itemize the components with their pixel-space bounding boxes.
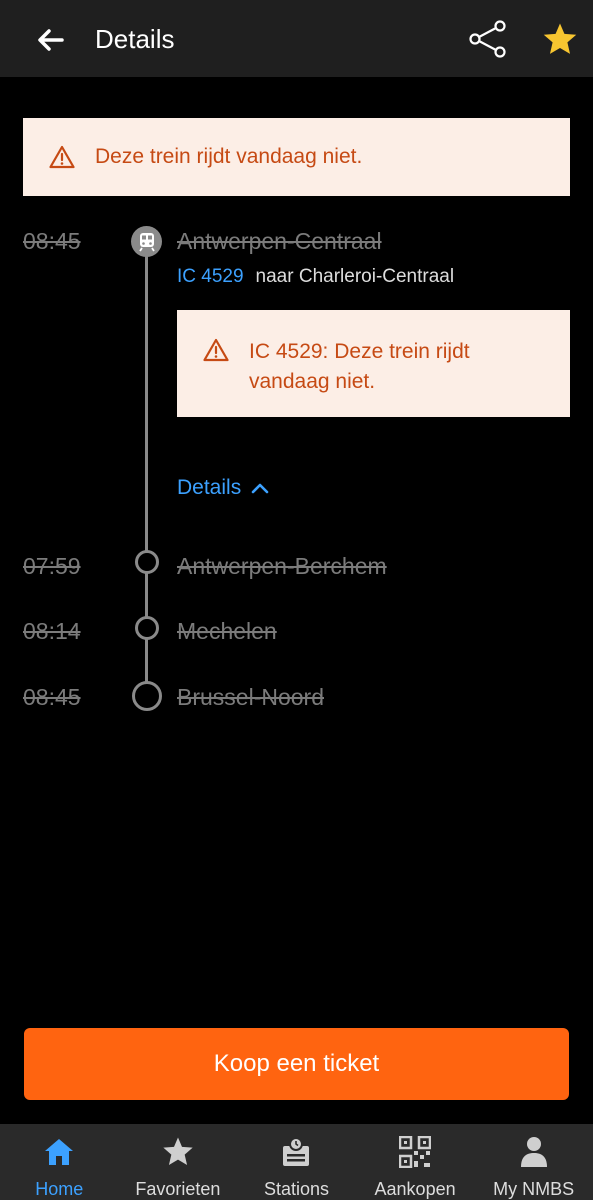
nav-label: My NMBS <box>493 1179 575 1199</box>
nav-label: Stations <box>263 1179 329 1199</box>
nav-stations[interactable]: Stations <box>237 1124 356 1200</box>
share-icon <box>469 20 506 58</box>
arrival-time: 08:45 <box>23 684 81 710</box>
star-icon <box>163 1137 193 1165</box>
details-label: Details <box>177 476 242 499</box>
cancellation-alert: Deze trein rijdt vandaag niet. <box>23 118 570 196</box>
nav-label: Aankopen <box>374 1179 456 1199</box>
train-destination: naar Charleroi-Centraal <box>255 266 455 287</box>
stop-node <box>132 681 162 711</box>
train-alert: IC 4529: Deze trein rijdt vandaag niet. <box>177 310 570 417</box>
stop-time: 07:59 <box>23 553 81 579</box>
nav-home[interactable]: Home <box>0 1124 119 1200</box>
top-app-bar: Details <box>0 0 593 77</box>
departure-station[interactable]: Antwerpen-Centraal <box>177 228 382 255</box>
bottom-navigation: Home Favorieten Stations Aankopen My NMB… <box>0 1124 593 1200</box>
nav-favorieten[interactable]: Favorieten <box>119 1124 238 1200</box>
train-number[interactable]: IC 4529 <box>177 266 244 288</box>
person-icon <box>520 1136 547 1167</box>
warning-icon <box>49 145 75 169</box>
stop-time: 08:14 <box>23 618 81 644</box>
stop-node <box>135 550 159 574</box>
train-icon <box>131 226 162 257</box>
page-title: Details <box>95 24 175 54</box>
nav-my-nmbs[interactable]: My NMBS <box>474 1124 593 1200</box>
departure-time: 08:45 <box>23 228 81 254</box>
stop-station[interactable]: Mechelen <box>177 618 277 645</box>
stop-node <box>135 616 159 640</box>
warning-icon <box>203 338 229 362</box>
share-button[interactable] <box>466 18 510 60</box>
favorite-button[interactable] <box>538 18 582 60</box>
nav-aankopen[interactable]: Aankopen <box>356 1124 475 1200</box>
train-info: IC 4529 naar Charleroi-Centraal <box>177 266 454 288</box>
qr-code-icon <box>399 1135 432 1168</box>
back-button[interactable] <box>30 22 70 58</box>
stop-station[interactable]: Antwerpen-Berchem <box>177 553 387 580</box>
home-icon <box>45 1138 74 1165</box>
details-toggle[interactable]: Details <box>177 476 269 500</box>
star-icon <box>543 23 577 54</box>
nav-label: Home <box>35 1179 84 1199</box>
arrow-left-icon <box>38 29 64 51</box>
nav-label: Favorieten <box>135 1179 221 1199</box>
arrival-station[interactable]: Brussel-Noord <box>177 684 324 711</box>
train-alert-text: IC 4529: Deze trein rijdt vandaag niet. <box>249 340 470 393</box>
chevron-up-icon <box>251 483 269 494</box>
station-icon <box>283 1136 310 1166</box>
buy-ticket-button[interactable]: Koop een ticket <box>24 1028 569 1100</box>
alert-text: Deze trein rijdt vandaag niet. <box>95 145 363 168</box>
